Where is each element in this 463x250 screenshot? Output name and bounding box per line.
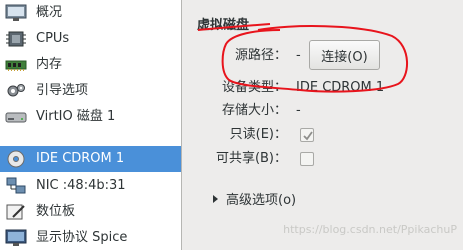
sidebar-item-ide-cdrom[interactable]: IDE CDROM 1 xyxy=(0,146,181,172)
storage-size-label: 存储大小： xyxy=(221,103,287,118)
memory-icon xyxy=(5,60,27,71)
readonly-checkbox[interactable] xyxy=(300,128,314,142)
sidebar-item-label: 引导选项 xyxy=(36,83,89,98)
cdrom-icon xyxy=(7,150,25,168)
storage-size-value: - xyxy=(296,103,301,118)
checkmark-icon xyxy=(303,131,313,141)
sidebar-item-label: 概况 xyxy=(36,5,63,20)
shareable-checkbox[interactable] xyxy=(300,152,314,166)
section-title: 虚拟磁盘 xyxy=(197,18,250,33)
connect-button[interactable]: 连接(O) xyxy=(309,40,380,70)
sidebar-item-label: NIC :48:4b:31 xyxy=(36,178,126,193)
sidebar-item-overview[interactable]: 概况 xyxy=(0,0,181,26)
sidebar-item-nic[interactable]: NIC :48:4b:31 xyxy=(0,173,181,199)
advanced-options-label: 高级选项(o) xyxy=(226,193,297,208)
source-path-label: 源路径： xyxy=(234,48,287,63)
source-path-value: - xyxy=(296,48,301,63)
sidebar-item-label: VirtIO 磁盘 1 xyxy=(36,109,116,124)
sidebar-item-memory[interactable]: 内存 xyxy=(0,52,181,78)
watermark: https://blog.csdn.net/PpikachuP xyxy=(283,223,457,236)
disk-details-panel: 虚拟磁盘 源路径： - 连接(O) 设备类型： IDE CDROM 1 存储大小… xyxy=(183,0,463,250)
boot-gear-icon xyxy=(7,84,25,97)
advanced-options-expander[interactable]: 高级选项(o) xyxy=(213,189,296,208)
sidebar-item-label: 显示协议 Spice xyxy=(36,230,128,245)
network-icon xyxy=(6,177,26,194)
readonly-label: 只读(E)： xyxy=(229,127,287,142)
sidebar-item-display-spice[interactable]: 显示协议 Spice xyxy=(0,225,181,250)
display-icon xyxy=(5,229,27,246)
sidebar-item-label: 内存 xyxy=(36,57,63,72)
sidebar-item-boot-options[interactable]: 引导选项 xyxy=(0,78,181,104)
device-type-value: IDE CDROM 1 xyxy=(296,80,385,95)
sidebar-item-virtio-disk[interactable]: VirtIO 磁盘 1 xyxy=(0,104,181,130)
tablet-icon xyxy=(6,204,25,220)
cpu-chip-icon xyxy=(6,31,26,47)
hardware-list: 概况 CPUs 内存 引导选项 VirtIO 磁盘 1 IDE CDROM 1 … xyxy=(0,0,182,250)
sidebar-item-tablet[interactable]: 数位板 xyxy=(0,199,181,225)
device-type-label: 设备类型： xyxy=(221,80,287,95)
overview-monitor-icon xyxy=(5,4,27,21)
sidebar-item-label: CPUs xyxy=(36,31,70,46)
hard-disk-icon xyxy=(5,112,27,123)
sidebar-item-label: IDE CDROM 1 xyxy=(36,151,125,166)
sidebar-item-label: 数位板 xyxy=(36,204,76,219)
expander-arrow-icon xyxy=(213,194,218,203)
shareable-label: 可共享(B)： xyxy=(215,151,287,166)
sidebar-item-cpus[interactable]: CPUs xyxy=(0,26,181,52)
